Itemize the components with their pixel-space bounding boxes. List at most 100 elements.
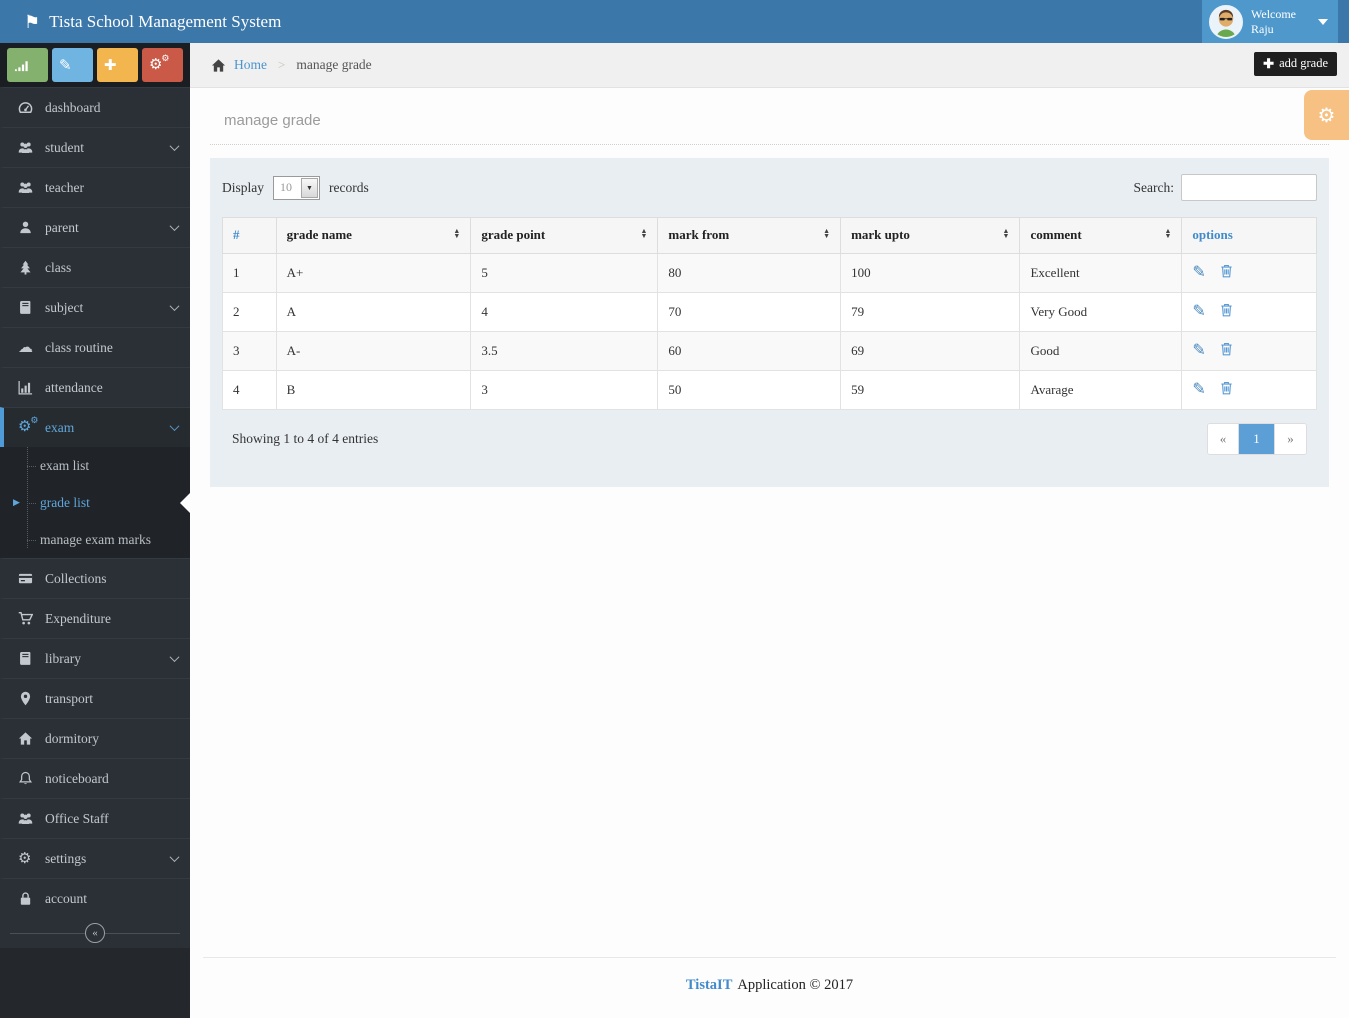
column-header-options: options xyxy=(1181,217,1317,254)
cell-options: ✎ xyxy=(1181,253,1317,293)
sidebar: ✎ ✚ ⚙ ⚙ dashboard student teacher parent class s… xyxy=(0,43,190,1018)
quick-tools-button[interactable]: ⚙ ⚙ xyxy=(142,48,183,82)
sidebar-item-dormitory[interactable]: dormitory xyxy=(0,718,190,758)
cell-grade_name: A+ xyxy=(275,253,472,293)
settings-panel-toggle[interactable]: ⚙ xyxy=(1304,90,1349,140)
cell-mark_upto: 79 xyxy=(840,292,1021,332)
column-header-mark-from[interactable]: mark from ▲ ▼ xyxy=(657,217,842,254)
gear-icon: ⚙ xyxy=(18,851,32,867)
top-header: ⚑ Tista School Management System Welcome… xyxy=(0,0,1349,43)
table-row: 4 B 3 50 59 Avarage ✎ xyxy=(222,370,1317,410)
column-header-mark-upto[interactable]: mark upto ▲ ▼ xyxy=(840,217,1021,254)
records-label: records xyxy=(329,179,369,195)
delete-grade-button[interactable] xyxy=(1219,380,1234,399)
edit-grade-button[interactable]: ✎ xyxy=(1192,264,1205,281)
entries-summary: Showing 1 to 4 of 4 entries xyxy=(232,431,379,446)
sidebar-item-expenditure[interactable]: Expenditure xyxy=(0,598,190,638)
sidebar-item-library[interactable]: library xyxy=(0,638,190,678)
chevron-down-icon xyxy=(169,301,180,312)
sidebar-item-class-routine[interactable]: ☁ class routine xyxy=(0,327,190,367)
sidebar-subitem-exam-list[interactable]: exam list xyxy=(0,447,190,484)
cell-grade_point: 3.5 xyxy=(470,331,659,371)
row-actions: ✎ xyxy=(1192,380,1306,399)
home-icon xyxy=(18,731,45,746)
add-grade-button[interactable]: ✚ add grade xyxy=(1254,52,1337,76)
sidebar-item-transport[interactable]: transport xyxy=(0,678,190,718)
edit-grade-button[interactable]: ✎ xyxy=(1192,341,1206,359)
sidebar-item-settings[interactable]: ⚙ settings xyxy=(0,838,190,878)
footer-text: Application © 2017 xyxy=(737,977,854,993)
sidebar-filler xyxy=(0,948,190,1018)
sidebar-subitem-grade-list[interactable]: ▶ grade list xyxy=(0,484,190,521)
active-item-notch xyxy=(180,492,190,513)
sidebar-item-noticeboard[interactable]: noticeboard xyxy=(0,758,190,798)
column-header-grade-name[interactable]: grade name ▲ ▼ xyxy=(275,217,472,254)
sidebar-item-attendance[interactable]: attendance xyxy=(0,367,190,407)
column-header-label: # xyxy=(233,227,240,242)
select-arrow-icon: ▼ xyxy=(301,177,318,198)
cell-mark_from: 60 xyxy=(657,331,842,371)
avatar xyxy=(1209,4,1243,39)
sidebar-subitem-manage-exam-marks[interactable]: manage exam marks xyxy=(0,521,190,558)
submenu-exam: exam list ▶ grade list manage exam marks xyxy=(0,447,190,558)
quick-reports-button[interactable] xyxy=(7,48,48,82)
sidebar-menu: dashboard student teacher parent class subjec… xyxy=(0,87,190,918)
sidebar-item-teacher[interactable]: teacher xyxy=(0,167,190,207)
display-records-select[interactable]: 10 ▼ xyxy=(273,175,320,200)
cell-grade_point: 4 xyxy=(470,292,659,332)
sidebar-item-student[interactable]: student xyxy=(0,127,190,167)
delete-grade-button[interactable] xyxy=(1219,302,1234,321)
pagination-next-button[interactable]: » xyxy=(1275,424,1306,454)
cell-mark_from: 50 xyxy=(657,370,842,410)
signal-icon xyxy=(14,58,41,73)
sidebar-item-office-staff[interactable]: Office Staff xyxy=(0,798,190,838)
tree-icon xyxy=(18,260,45,275)
column-header-label: mark upto xyxy=(851,227,910,242)
quick-add-button[interactable]: ✚ xyxy=(97,48,138,82)
table-row: 2 A 4 70 79 Very Good ✎ xyxy=(222,292,1317,332)
user-menu[interactable]: Welcome Raju xyxy=(1202,0,1338,43)
bar-chart-icon xyxy=(18,380,45,395)
breadcrumb-home-link[interactable]: Home xyxy=(234,57,267,73)
display-records-value: 10 xyxy=(280,180,292,194)
sidebar-item-dashboard[interactable]: dashboard xyxy=(0,87,190,127)
delete-grade-button[interactable] xyxy=(1219,263,1234,282)
sidebar-item-parent[interactable]: parent xyxy=(0,207,190,247)
pagination-page-button[interactable]: 1 xyxy=(1239,424,1275,454)
sidebar-item-class[interactable]: class xyxy=(0,247,190,287)
column-header-grade-point[interactable]: grade point ▲ ▼ xyxy=(470,217,659,254)
table-controls: Display 10 ▼ records Search: xyxy=(222,174,1317,201)
quick-edit-button[interactable]: ✎ xyxy=(52,48,93,82)
search-input[interactable] xyxy=(1181,174,1317,201)
edit-grade-button[interactable]: ✎ xyxy=(1192,381,1205,398)
sidebar-item-label: attendance xyxy=(45,379,103,395)
app-title: Tista School Management System xyxy=(49,11,282,31)
edit-grade-button[interactable]: ✎ xyxy=(1192,303,1205,320)
cell-mark_from: 80 xyxy=(657,253,842,293)
sidebar-collapse-button[interactable]: « xyxy=(0,918,190,948)
cell-num: 2 xyxy=(222,292,277,332)
table-header-row: # grade name ▲ ▼ grade point ▲ ▼ mark from ▲ ▼ mar… xyxy=(222,217,1317,254)
sidebar-item-label: student xyxy=(45,139,84,155)
cell-comment: Very Good xyxy=(1019,292,1183,332)
sidebar-item-subject[interactable]: subject xyxy=(0,287,190,327)
users-icon xyxy=(18,811,45,826)
cell-mark_from: 70 xyxy=(657,292,842,332)
cogs-icon: ⚙ ⚙ xyxy=(18,415,39,435)
pencil-icon: ✎ xyxy=(1192,341,1206,359)
column-header-label: grade point xyxy=(481,227,546,242)
delete-grade-button[interactable] xyxy=(1219,341,1234,360)
column-header-comment[interactable]: comment ▲ ▼ xyxy=(1019,217,1183,254)
sidebar-item-exam[interactable]: ⚙ ⚙ exam xyxy=(0,407,190,447)
sidebar-item-label: subject xyxy=(45,299,84,315)
pagination-prev-button[interactable]: « xyxy=(1208,424,1239,454)
cell-grade_point: 3 xyxy=(470,370,659,410)
map-marker-icon xyxy=(18,691,45,706)
sidebar-item-account[interactable]: account xyxy=(0,878,190,918)
sidebar-item-collections[interactable]: Collections xyxy=(0,558,190,598)
breadcrumb: Home > manage grade ✚ add grade xyxy=(190,43,1349,88)
sidebar-item-label: Collections xyxy=(45,570,107,586)
column-header-label: mark from xyxy=(668,227,730,242)
column-header-label: comment xyxy=(1030,227,1082,242)
sidebar-item-label: account xyxy=(45,890,87,906)
